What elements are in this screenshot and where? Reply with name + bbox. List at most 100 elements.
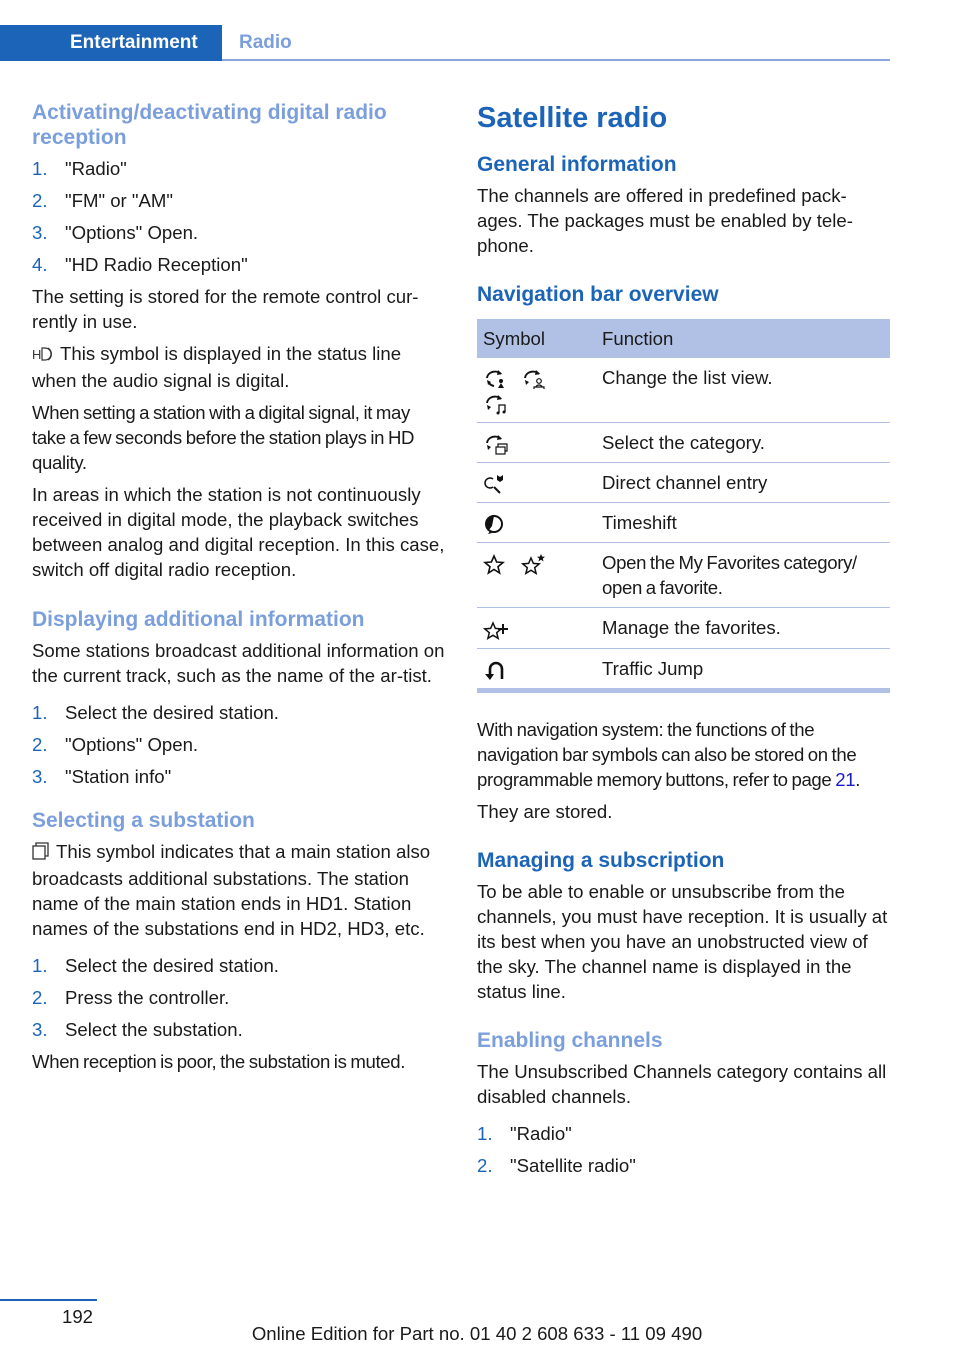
breadcrumb-radio[interactable]: Radio xyxy=(239,25,292,61)
list-item: 3. "Options" Open. xyxy=(32,220,446,245)
activating-steps: 1. "Radio" 2. "FM" or "AM" 3. "Options" Ope… xyxy=(32,156,446,277)
table-row: Select the category. xyxy=(477,422,890,464)
table-row: Direct channel entry xyxy=(477,462,890,504)
list-item: 3. Select the substation. xyxy=(32,1017,446,1042)
favorites-star-icon xyxy=(482,553,509,576)
list-item: 2. Press the controller. xyxy=(32,985,446,1010)
step-text: "HD Radio Reception" xyxy=(65,254,248,275)
section-managing-subscription: Managing a subscription To be able to en… xyxy=(477,848,890,1004)
step-number: 4. xyxy=(32,254,48,275)
function-cell: Open the My Favorites category/ open a f… xyxy=(596,542,890,609)
column-header-symbol: Symbol xyxy=(477,319,596,358)
hd-symbol-note: This symbol is displayed in the status l… xyxy=(32,343,402,391)
step-text: Select the desired station. xyxy=(65,702,279,723)
section-additional-information: Displaying additional information Some s… xyxy=(32,607,446,789)
left-column: Activating/deactivating digital radio re… xyxy=(32,100,446,1081)
symbol-cell xyxy=(477,422,596,464)
step-number: 2. xyxy=(477,1154,493,1176)
substation-symbol-note: This symbol indicates that a main statio… xyxy=(32,841,431,939)
paragraph: The setting is stored for the remote con… xyxy=(32,286,419,332)
paragraph: When setting a station with a digital si… xyxy=(32,402,415,473)
function-cell: Traffic Jump xyxy=(596,648,890,693)
list-item: 4. "HD Radio Reception" xyxy=(32,252,446,277)
step-text: "Radio" xyxy=(510,1122,572,1144)
table-row: Change the list view. xyxy=(477,358,890,424)
symbol-cell xyxy=(477,502,596,544)
section-activating-digital-radio: Activating/deactivating digital radio re… xyxy=(32,100,446,582)
heading-selecting-substation: Selecting a substation xyxy=(32,809,255,832)
table-row: Timeshift xyxy=(477,502,890,544)
favorite-star-filled-icon xyxy=(520,553,547,576)
step-text: "Satellite radio" xyxy=(510,1154,636,1176)
function-cell: Direct channel entry xyxy=(596,462,890,504)
right-column: Satellite radio General information The … xyxy=(477,100,890,1185)
table-header-row: Symbol Function xyxy=(477,319,890,358)
navigation-bar-table: Symbol Function Change the list view. Se… xyxy=(477,319,890,693)
paragraph: To be able to enable or unsubscribe from… xyxy=(477,880,888,1002)
substation-steps: 1. Select the desired station. 2. Press th… xyxy=(32,953,446,1042)
traffic-jump-icon xyxy=(483,659,509,681)
step-text: Press the controller. xyxy=(65,987,230,1008)
select-category-icon xyxy=(483,433,509,455)
heading-enabling-channels: Enabling channels xyxy=(477,1028,663,1052)
step-number: 1. xyxy=(32,702,48,723)
function-cell: Change the list view. xyxy=(596,358,890,424)
step-text: Select the substation. xyxy=(65,1019,243,1040)
paragraph-text: . xyxy=(855,768,861,790)
section-selecting-substation: Selecting a substation This symbol indic… xyxy=(32,808,446,1074)
heading-managing-subscription: Managing a subscription xyxy=(477,848,725,872)
step-number: 1. xyxy=(32,955,48,976)
step-text: Select the desired station. xyxy=(65,955,279,976)
step-text: "Options" Open. xyxy=(65,734,199,755)
step-number: 3. xyxy=(32,1019,48,1040)
column-header-function: Function xyxy=(596,319,890,358)
header-rule xyxy=(222,59,890,61)
heading-activating-digital-radio: Activating/deactivating digital radio re… xyxy=(32,101,387,149)
list-view-artist-icon xyxy=(483,368,509,390)
step-text: "Radio" xyxy=(65,158,127,179)
step-text: "Station info" xyxy=(65,766,172,787)
symbol-cell xyxy=(477,542,596,609)
step-number: 2. xyxy=(32,734,48,755)
list-item: 2. "FM" or "AM" xyxy=(32,188,446,213)
list-item: 1. Select the desired station. xyxy=(32,953,446,978)
section-enabling-channels: Enabling channels The Unsubscribed Chann… xyxy=(477,1028,890,1178)
enabling-steps: 1. "Radio" 2. "Satellite radio" xyxy=(477,1121,890,1178)
list-item: 1. "Radio" xyxy=(32,156,446,181)
list-item: 3. "Station info" xyxy=(32,764,446,789)
section-general-information: General information The channels are off… xyxy=(477,152,890,258)
heading-general-information: General information xyxy=(477,153,677,176)
footer-rule xyxy=(0,1299,97,1301)
paragraph: In areas in which the station is not con… xyxy=(32,484,445,580)
paragraph: Some stations broadcast additional infor… xyxy=(32,640,445,686)
table-row: Manage the favorites. xyxy=(477,607,890,649)
manage-favorites-icon xyxy=(482,619,509,641)
substation-icon xyxy=(32,841,50,866)
step-number: 1. xyxy=(477,1122,493,1144)
page-reference-link[interactable]: 21 xyxy=(835,769,855,790)
step-number: 2. xyxy=(32,190,48,211)
step-text: "FM" or "AM" xyxy=(65,190,174,211)
function-cell: Manage the favorites. xyxy=(596,607,890,649)
substation-symbol-paragraph: This symbol indicates that a main statio… xyxy=(32,839,446,941)
svg-text:H: H xyxy=(32,347,41,362)
list-item: 1. "Radio" xyxy=(477,1121,890,1146)
timeshift-icon xyxy=(483,513,509,535)
paragraph: The channels are offered in predefined p… xyxy=(477,185,853,256)
list-view-person-icon xyxy=(521,368,547,390)
hd-symbol-paragraph: H This symbol is displayed in the status… xyxy=(32,341,446,393)
paragraph: When reception is poor, the substation i… xyxy=(32,1051,406,1072)
page-header: Entertainment Radio xyxy=(0,25,890,61)
step-number: 2. xyxy=(32,987,48,1008)
paragraph: The Unsubscribed Channels category conta… xyxy=(477,1060,887,1107)
symbol-cell xyxy=(477,648,596,693)
list-item: 1. Select the desired station. xyxy=(32,700,446,725)
step-number: 3. xyxy=(32,222,48,243)
table-row: Traffic Jump xyxy=(477,648,890,693)
function-cell: Select the category. xyxy=(596,422,890,464)
breadcrumb-entertainment[interactable]: Entertainment xyxy=(0,25,222,61)
step-number: 3. xyxy=(32,766,48,787)
edition-note: Online Edition for Part no. 01 40 2 608 … xyxy=(251,1323,703,1344)
direct-channel-entry-icon xyxy=(483,473,509,495)
additional-steps: 1. Select the desired station. 2. "Options… xyxy=(32,700,446,789)
